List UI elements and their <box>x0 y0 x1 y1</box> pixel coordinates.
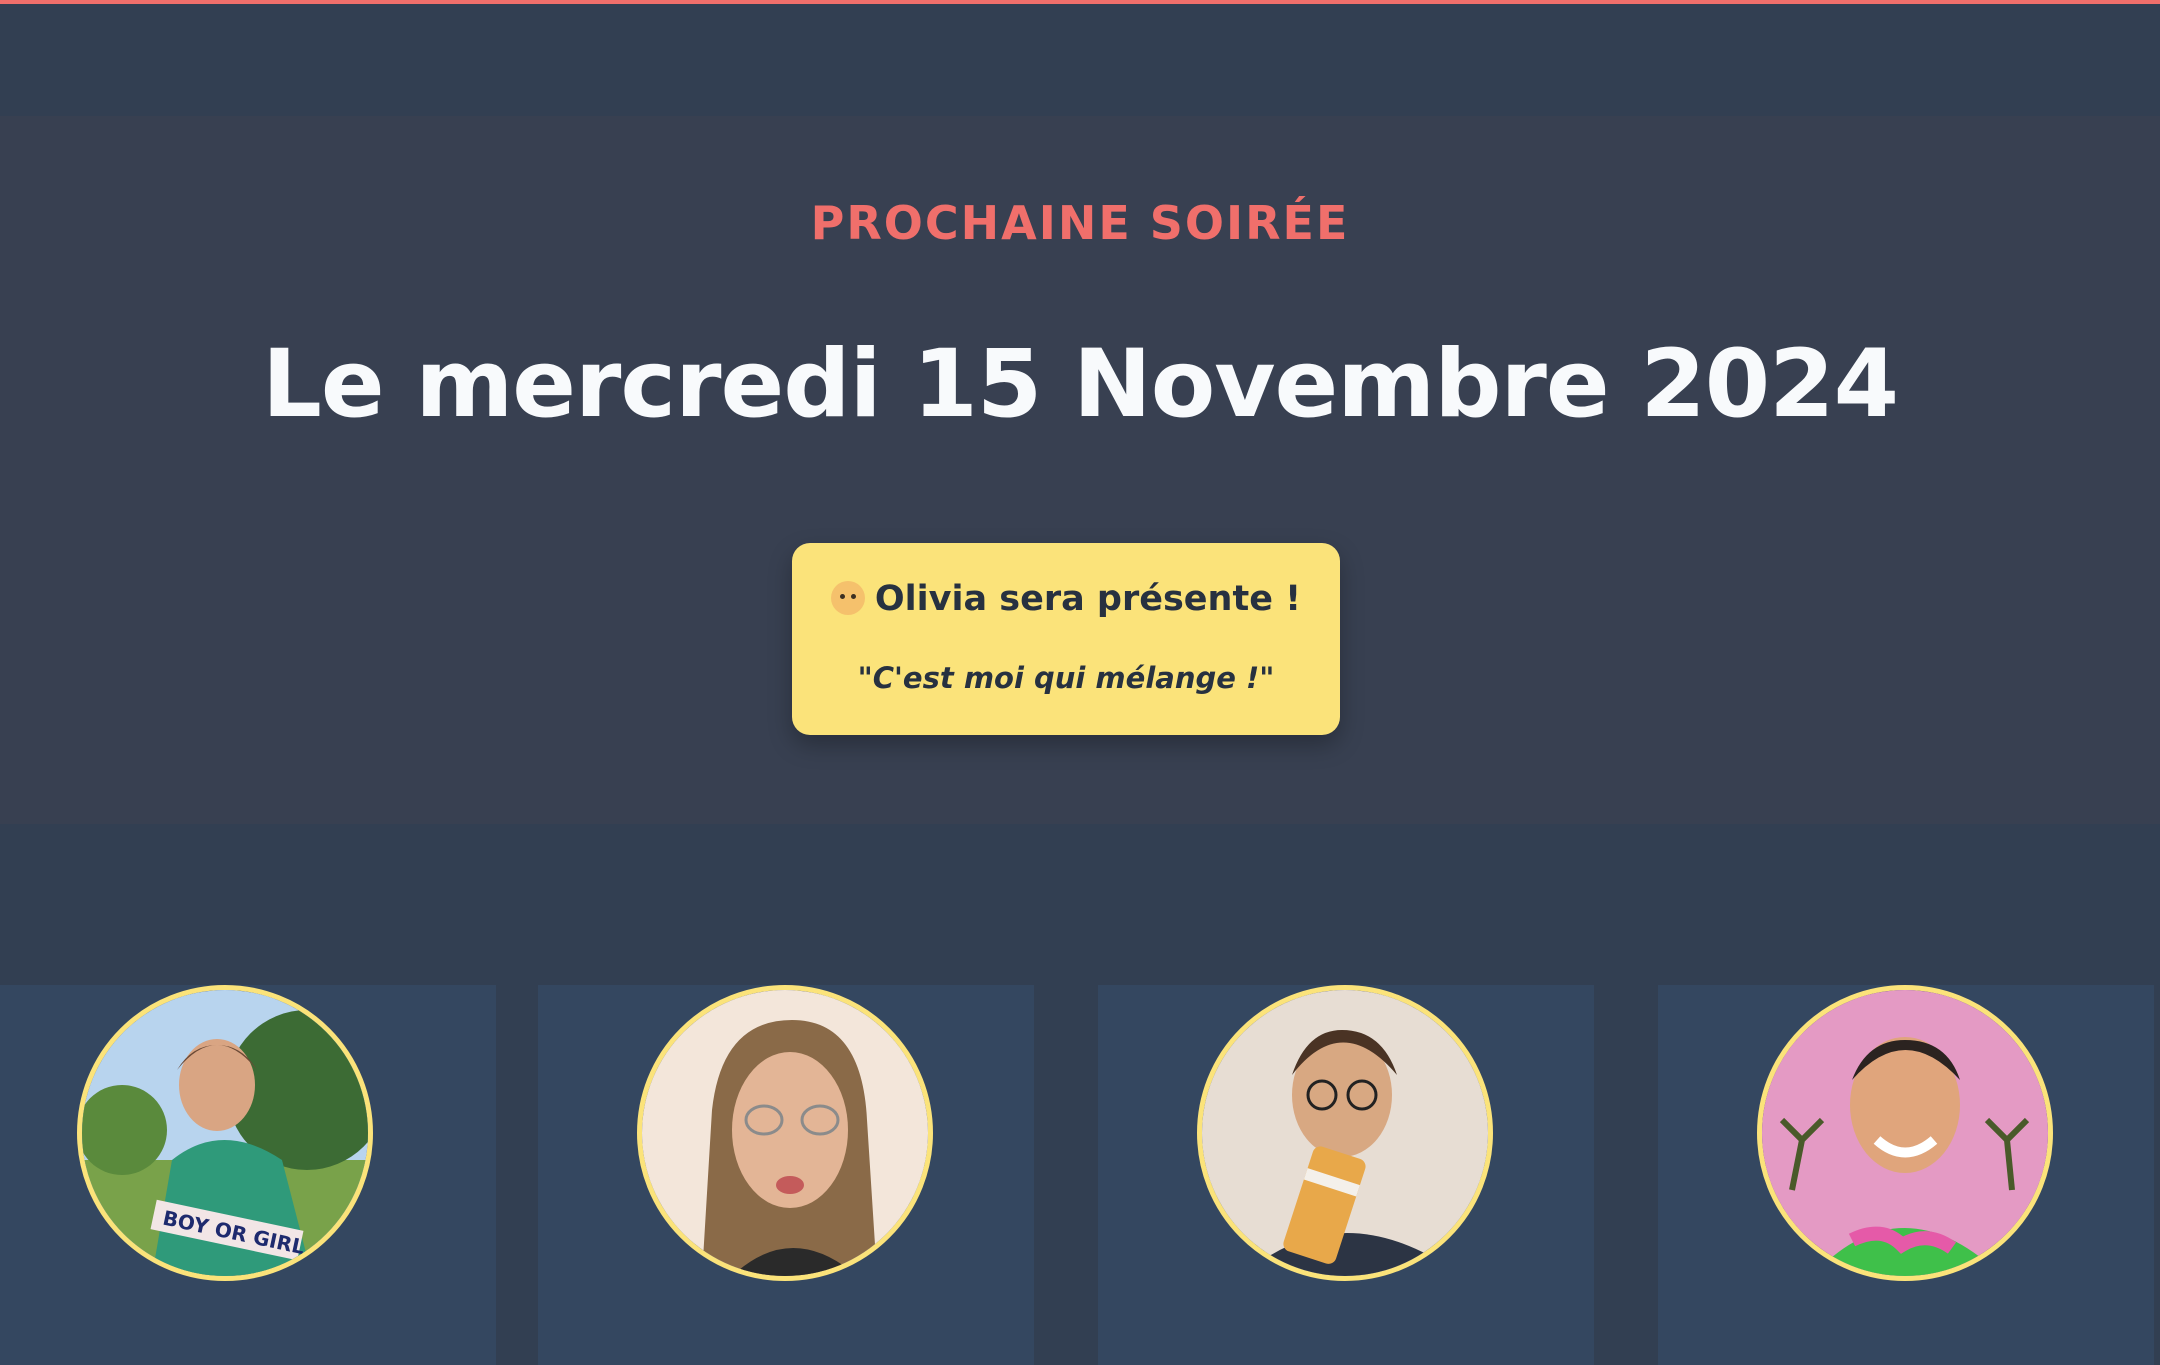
baby-face-icon <box>830 581 865 615</box>
guest-announcement-card: Olivia sera présente ! "C'est moi qui mé… <box>792 543 1340 735</box>
guest-quote: "C'est moi qui mélange !" <box>857 661 1275 695</box>
top-accent-stripe <box>0 0 2160 4</box>
event-date-title: Le mercredi 15 Novembre 2024 <box>261 330 1899 439</box>
guest-announcement: Olivia sera présente ! <box>792 579 1340 619</box>
member-avatar <box>1197 985 1493 1281</box>
member-avatar <box>1757 985 2053 1281</box>
next-event-kicker: PROCHAINE SOIRÉE <box>810 196 1350 250</box>
member-avatar <box>637 985 933 1281</box>
guest-announcement-text: Olivia sera présente ! <box>874 579 1302 619</box>
member-avatar: BOY OR GIRL <box>77 985 373 1281</box>
